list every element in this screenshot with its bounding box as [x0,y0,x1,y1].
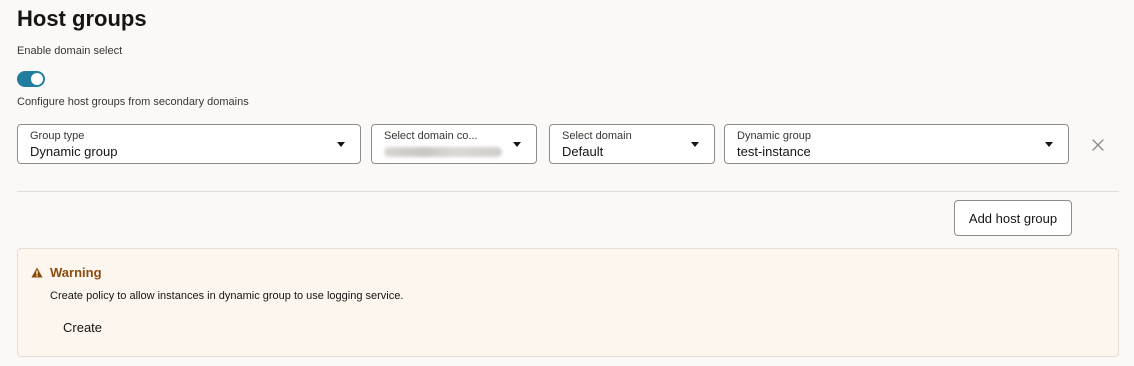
chevron-down-icon [337,142,345,147]
chevron-down-icon [513,142,521,147]
domain-label: Select domain [562,130,632,142]
domain-compartment-select[interactable]: Select domain co... [371,124,537,164]
group-type-value: Dynamic group [30,144,118,159]
domain-compartment-value-redacted [384,147,502,157]
add-host-group-button[interactable]: Add host group [954,200,1072,236]
group-type-label: Group type [30,130,85,142]
toggle-help-text: Configure host groups from secondary dom… [17,96,249,108]
chevron-down-icon [691,142,699,147]
divider [17,191,1119,192]
enable-domain-select-toggle[interactable] [17,71,45,87]
domain-value: Default [562,144,604,159]
warning-message: Warning Create policy to allow instances… [17,248,1119,357]
warning-text: Create policy to allow instances in dyna… [50,290,404,302]
domain-select[interactable]: Select domain Default [549,124,715,164]
host-groups-panel: Host groups Enable domain select Configu… [0,0,1134,366]
warning-header: Warning [31,265,102,280]
page-title: Host groups [17,6,147,31]
domain-compartment-label: Select domain co... [384,130,478,142]
dynamic-group-select[interactable]: Dynamic group test-instance [724,124,1069,164]
chevron-down-icon [1045,142,1053,147]
close-icon[interactable] [1090,137,1106,153]
dynamic-group-value: test-instance [737,144,811,159]
warning-icon [31,267,43,278]
dynamic-group-label: Dynamic group [737,130,811,142]
toggle-knob [31,73,43,85]
toggle-label: Enable domain select [17,45,123,57]
group-type-select[interactable]: Group type Dynamic group [17,124,361,164]
warning-title: Warning [50,265,102,280]
create-policy-link[interactable]: Create [63,320,102,335]
